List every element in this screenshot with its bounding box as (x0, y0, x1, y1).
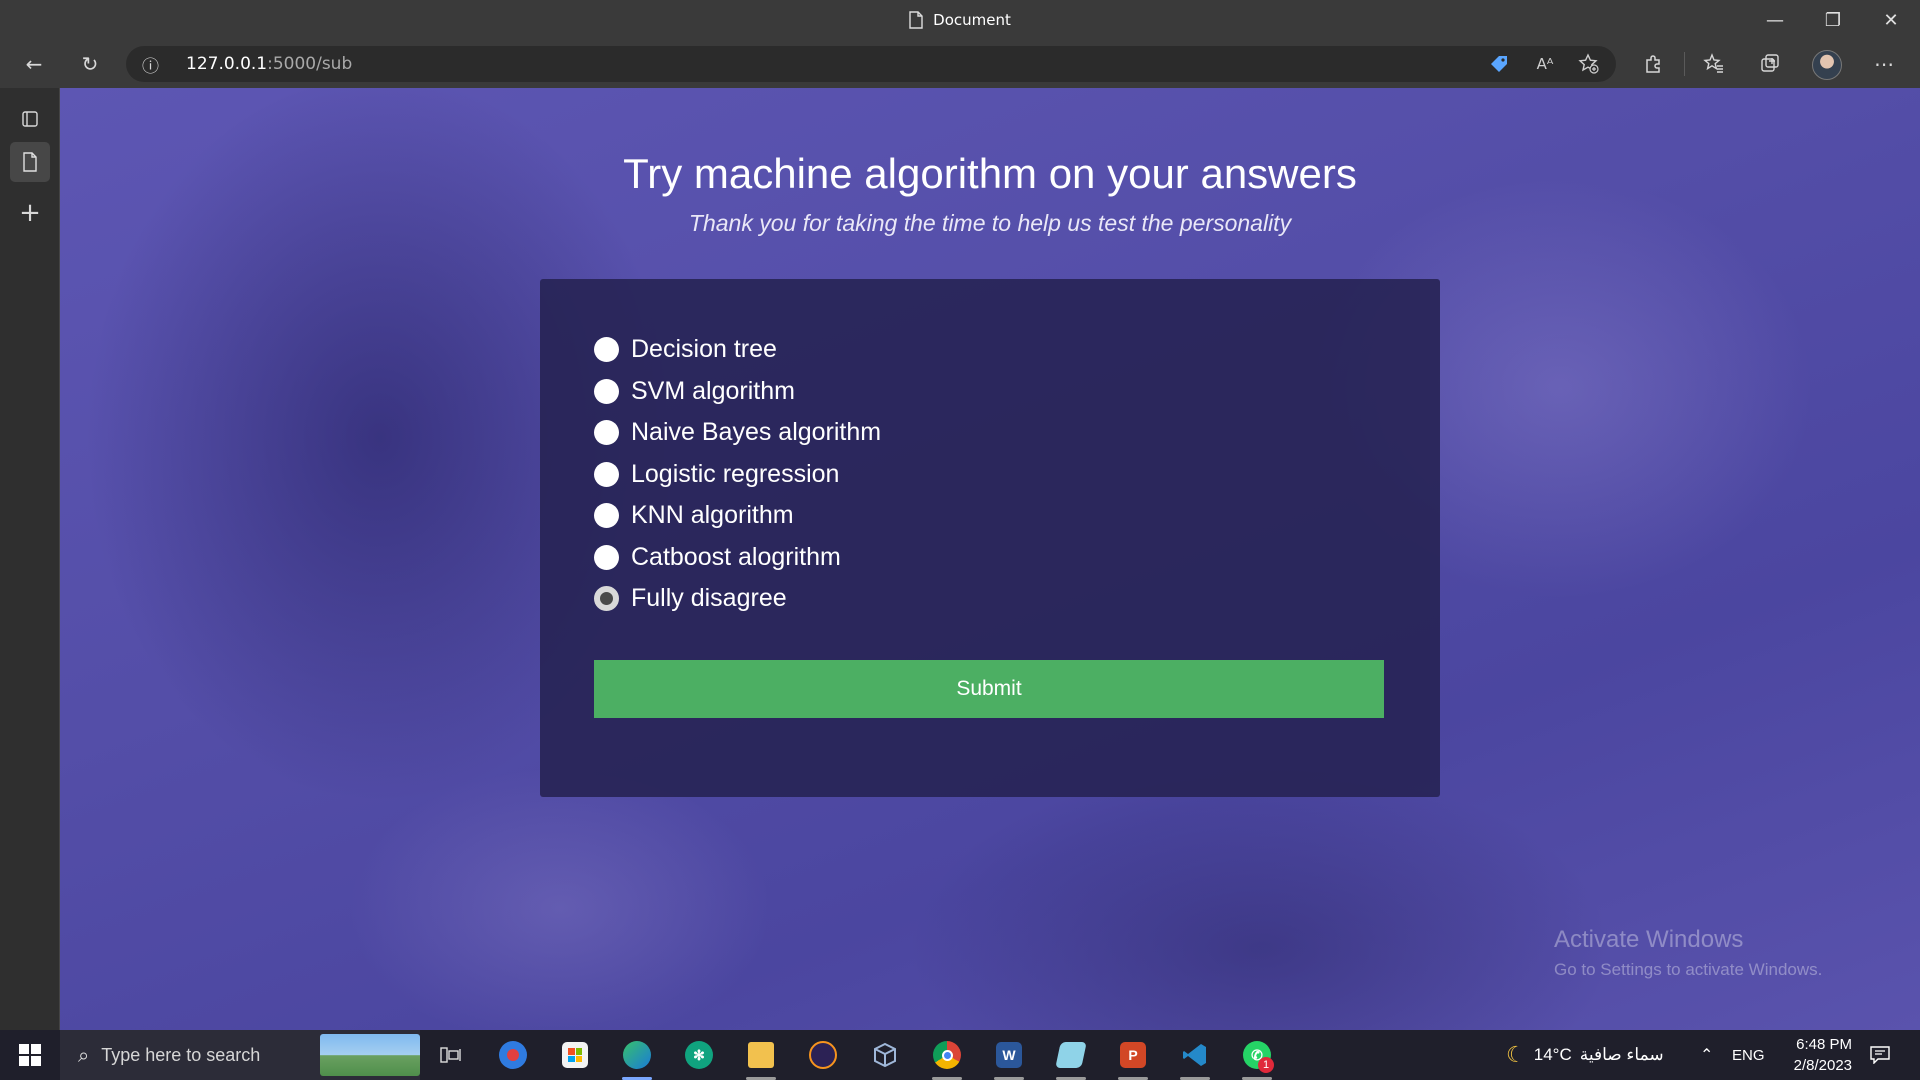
notification-badge: 1 (1258, 1057, 1274, 1073)
radio-button[interactable] (594, 461, 619, 487)
edge-icon[interactable] (616, 1035, 658, 1080)
restore-button[interactable]: ❐ (1804, 0, 1862, 40)
window-title: Document (0, 0, 1920, 40)
windows-taskbar: ⌕ Type here to search ✻ W P ✆ 1 ☾ 14°C س… (0, 1030, 1920, 1080)
window-title-text: Document (933, 11, 1011, 29)
document-icon (909, 11, 923, 29)
add-favorite-icon[interactable] (1574, 46, 1604, 82)
taskbar-clock[interactable]: 6:48 PM 2/8/2023 (1770, 1034, 1852, 1076)
search-highlight-image (320, 1034, 420, 1076)
url-text[interactable]: 127.0.0.1:5000/sub (186, 46, 352, 82)
option-fully-disagree[interactable]: Fully disagree (594, 578, 881, 620)
show-hidden-icons-chevron-icon[interactable]: ⌃ (1700, 1030, 1713, 1080)
radio-button[interactable] (594, 378, 619, 404)
taskbar-search[interactable]: ⌕ Type here to search (60, 1030, 420, 1080)
option-label: Catboost alogrithm (631, 542, 841, 571)
file-explorer-icon[interactable] (740, 1035, 782, 1080)
input-language[interactable]: ENG (1732, 1030, 1765, 1080)
start-button[interactable] (0, 1030, 60, 1080)
radio-button[interactable] (594, 544, 619, 570)
tab-actions-icon[interactable] (10, 99, 50, 139)
close-window-button[interactable]: ✕ (1862, 0, 1920, 40)
address-bar[interactable]: ⓘ 127.0.0.1:5000/sub Aᴬ (126, 46, 1616, 82)
collections-icon[interactable] (1752, 46, 1788, 82)
search-placeholder: Type here to search (101, 1044, 261, 1065)
new-tab-icon[interactable]: + (10, 193, 50, 233)
task-view-icon[interactable] (430, 1035, 472, 1075)
virtualbox-icon[interactable] (864, 1035, 906, 1075)
weather-condition: سماء صافية (1579, 1045, 1664, 1064)
browser-toolbar: ← ↻ ⓘ 127.0.0.1:5000/sub Aᴬ ⋯ (0, 40, 1920, 88)
profile-avatar[interactable] (1812, 50, 1842, 80)
more-icon[interactable]: ⋯ (1866, 46, 1902, 82)
radio-button[interactable] (594, 420, 619, 446)
windows-logo-icon (19, 1044, 41, 1066)
option-svm[interactable]: SVM algorithm (594, 371, 881, 413)
option-knn[interactable]: KNN algorithm (594, 495, 881, 537)
radio-button[interactable] (594, 503, 619, 529)
option-naive-bayes[interactable]: Naive Bayes algorithm (594, 412, 881, 454)
notification-center-icon[interactable] (1870, 1030, 1890, 1080)
submit-button[interactable]: Submit (594, 660, 1384, 718)
back-button[interactable]: ← (16, 46, 52, 82)
window-title-bar: Document — ❐ ✕ (0, 0, 1920, 40)
minimize-button[interactable]: — (1746, 0, 1804, 40)
vscode-icon[interactable] (1174, 1035, 1216, 1080)
whatsapp-icon[interactable]: ✆ 1 (1236, 1035, 1278, 1080)
activate-windows-watermark: Activate Windows Go to Settings to activ… (1554, 926, 1822, 980)
tag-icon[interactable] (1484, 46, 1514, 82)
option-catboost[interactable]: Catboost alogrithm (594, 537, 881, 579)
favorites-icon[interactable] (1696, 46, 1732, 82)
page-title: Try machine algorithm on your answers (623, 150, 1357, 197)
watermark-title: Activate Windows (1554, 926, 1744, 953)
radio-button[interactable] (594, 337, 619, 363)
microsoft-store-icon[interactable] (554, 1035, 596, 1075)
clock-date: 2/8/2023 (1793, 1057, 1852, 1074)
document-tab-icon[interactable] (10, 142, 50, 182)
eclipse-icon[interactable] (802, 1035, 844, 1075)
watermark-subtitle: Go to Settings to activate Windows. (1554, 960, 1823, 979)
refresh-button[interactable]: ↻ (72, 46, 108, 82)
read-aloud-icon[interactable]: Aᴬ (1530, 46, 1560, 82)
option-label: Logistic regression (631, 459, 840, 488)
option-logistic-regression[interactable]: Logistic regression (594, 454, 881, 496)
site-info-icon[interactable]: ⓘ (142, 46, 159, 82)
weather-widget[interactable]: ☾ 14°C سماء صافية (1506, 1030, 1664, 1080)
algorithm-options: Decision tree SVM algorithm Naive Bayes … (594, 329, 881, 620)
chrome-icon[interactable] (926, 1035, 968, 1080)
page-subtitle: Thank you for taking the time to help us… (688, 210, 1292, 236)
powerpoint-icon[interactable]: P (1112, 1035, 1154, 1080)
extensions-icon[interactable] (1636, 46, 1672, 82)
algorithm-form: Decision tree SVM algorithm Naive Bayes … (540, 279, 1440, 797)
option-label: Naive Bayes algorithm (631, 418, 882, 447)
url-host: 127.0.0.1 (186, 54, 268, 74)
moon-icon: ☾ (1506, 1042, 1526, 1067)
weather-temp: 14°C (1533, 1045, 1572, 1064)
word-icon[interactable]: W (988, 1035, 1030, 1080)
toolbar-separator (1684, 52, 1685, 76)
browser-side-panel: + (0, 88, 60, 1030)
search-icon: ⌕ (78, 1043, 90, 1067)
page-content: Try machine algorithm on your answers Th… (60, 88, 1920, 1030)
chatgpt-icon[interactable]: ✻ (678, 1035, 720, 1075)
clock-time: 6:48 PM (1796, 1036, 1852, 1053)
camera-app-icon[interactable] (492, 1035, 534, 1075)
notepad-icon[interactable] (1050, 1035, 1092, 1080)
option-label: KNN algorithm (631, 501, 794, 530)
radio-button-selected[interactable] (594, 586, 619, 612)
option-label: SVM algorithm (631, 376, 795, 405)
option-label: Fully disagree (631, 584, 787, 613)
option-decision-tree[interactable]: Decision tree (594, 329, 881, 371)
url-path: :5000/sub (267, 54, 353, 74)
option-label: Decision tree (631, 335, 777, 364)
